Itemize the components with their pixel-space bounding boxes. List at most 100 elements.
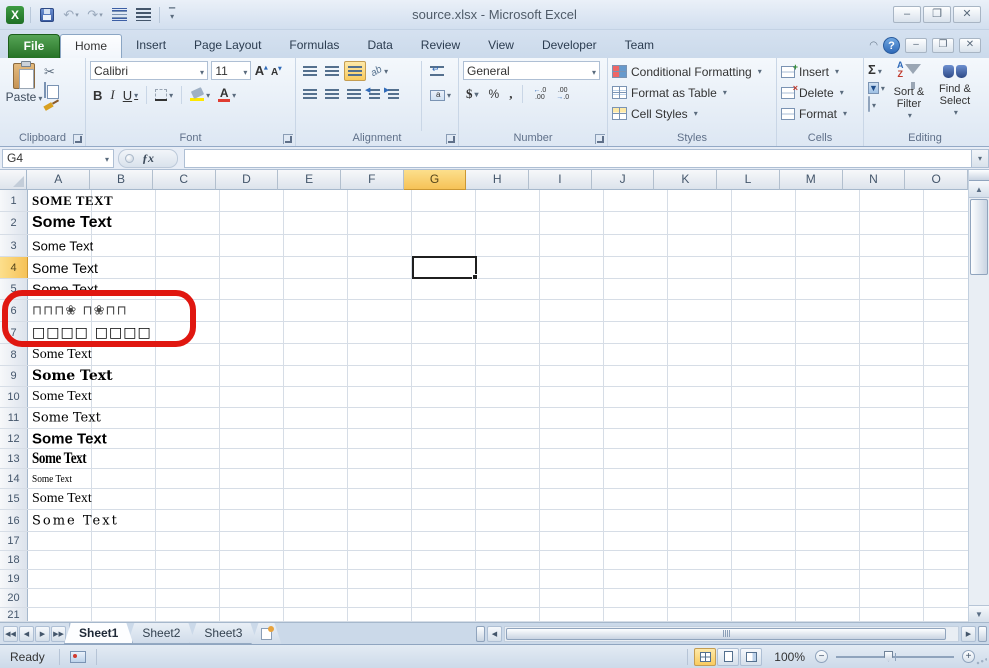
scroll-right-button[interactable]: ▶ bbox=[961, 626, 976, 642]
sheet-tab-sheet1[interactable]: Sheet1 bbox=[64, 623, 133, 644]
row-19-cells[interactable] bbox=[28, 570, 968, 588]
decrease-indent-button[interactable]: ◀ bbox=[366, 84, 383, 104]
first-sheet-button[interactable]: ◀◀ bbox=[3, 626, 18, 642]
scroll-left-button[interactable]: ◀ bbox=[487, 626, 502, 642]
row-10-cells[interactable]: Some Text bbox=[28, 387, 968, 407]
bold-button[interactable]: B bbox=[90, 85, 105, 105]
format-as-table-button[interactable]: Format as Table bbox=[612, 82, 772, 103]
fill-color-button[interactable] bbox=[187, 85, 213, 105]
row-header-1[interactable]: 1 bbox=[0, 190, 28, 211]
row-3-cells[interactable]: Some Text bbox=[28, 235, 968, 256]
sheet-tab-sheet3[interactable]: Sheet3 bbox=[189, 623, 257, 644]
wrap-text-button[interactable] bbox=[427, 61, 447, 81]
row-2-cells[interactable]: Some Text bbox=[28, 212, 968, 234]
insert-cells-button[interactable]: +Insert bbox=[781, 61, 859, 82]
tab-formulas[interactable]: Formulas bbox=[275, 34, 353, 58]
row-17-cells[interactable] bbox=[28, 532, 968, 550]
orientation-button[interactable] bbox=[368, 61, 391, 81]
row-header-13[interactable]: 13 bbox=[0, 449, 28, 468]
tab-review[interactable]: Review bbox=[407, 34, 474, 58]
tab-insert[interactable]: Insert bbox=[122, 34, 180, 58]
row-8-cells[interactable]: Some Text bbox=[28, 344, 968, 365]
row-20-cells[interactable] bbox=[28, 589, 968, 607]
resize-grip[interactable] bbox=[975, 654, 987, 666]
workbook-restore-button[interactable]: ❐ bbox=[932, 38, 954, 53]
zoom-slider-track[interactable] bbox=[836, 656, 954, 658]
tab-view[interactable]: View bbox=[474, 34, 528, 58]
column-header-C[interactable]: C bbox=[153, 170, 216, 190]
help-button[interactable]: ? bbox=[883, 37, 900, 54]
format-painter-button[interactable] bbox=[44, 100, 60, 112]
restore-button[interactable]: ❐ bbox=[923, 6, 951, 23]
format-cells-button[interactable]: Format bbox=[781, 103, 859, 124]
zoom-level[interactable]: 100% bbox=[774, 650, 805, 664]
next-sheet-button[interactable]: ▶ bbox=[35, 626, 50, 642]
qat-custom-button-1[interactable] bbox=[109, 5, 129, 25]
merge-center-button[interactable] bbox=[427, 85, 454, 105]
page-break-view-button[interactable] bbox=[740, 648, 762, 666]
scroll-down-button[interactable]: ▼ bbox=[969, 605, 989, 622]
column-header-B[interactable]: B bbox=[90, 170, 153, 190]
percent-style-button[interactable]: % bbox=[486, 84, 503, 104]
customize-qat-button[interactable]: ▔▾ bbox=[166, 11, 178, 19]
row-header-10[interactable]: 10 bbox=[0, 387, 28, 407]
tab-page-layout[interactable]: Page Layout bbox=[180, 34, 275, 58]
row-header-5[interactable]: 5 bbox=[0, 279, 28, 299]
row-header-6[interactable]: 6 bbox=[0, 300, 28, 321]
clear-button[interactable] bbox=[868, 97, 885, 111]
row-12-cells[interactable]: Some Text bbox=[28, 429, 968, 448]
scroll-up-button[interactable]: ▲ bbox=[969, 181, 989, 198]
select-all-corner[interactable] bbox=[0, 170, 27, 190]
row-header-7[interactable]: 7 bbox=[0, 322, 28, 343]
window-split-handle[interactable] bbox=[978, 626, 987, 642]
decrease-decimal-button[interactable]: .00→.0 bbox=[553, 84, 572, 104]
paste-button[interactable]: Paste bbox=[4, 61, 44, 104]
undo-dropdown-icon[interactable]: ▾ bbox=[75, 11, 79, 19]
sheet-tab-sheet2[interactable]: Sheet2 bbox=[127, 623, 195, 644]
cell-styles-button[interactable]: Cell Styles bbox=[612, 103, 772, 124]
row-header-4[interactable]: 4 bbox=[0, 257, 28, 278]
font-name-combo[interactable]: Calibri bbox=[90, 61, 208, 80]
row-21-cells[interactable] bbox=[28, 608, 968, 621]
column-header-F[interactable]: F bbox=[341, 170, 404, 190]
row-18-cells[interactable] bbox=[28, 551, 968, 569]
row-1-cells[interactable]: SOME TEXT bbox=[28, 190, 968, 211]
middle-align-button[interactable] bbox=[322, 61, 342, 81]
row-header-12[interactable]: 12 bbox=[0, 429, 28, 448]
column-header-L[interactable]: L bbox=[717, 170, 780, 190]
save-button[interactable] bbox=[37, 5, 57, 25]
qat-custom-button-2[interactable] bbox=[133, 5, 153, 25]
font-size-combo[interactable]: 11 bbox=[211, 61, 251, 80]
font-color-button[interactable]: A bbox=[215, 85, 239, 105]
row-6-cells[interactable]: ⊓⊓⊓❀ ⊓❀⊓⊓ bbox=[28, 300, 968, 321]
tab-split-handle[interactable] bbox=[476, 626, 485, 642]
expand-formula-bar-button[interactable]: ▾ bbox=[971, 149, 989, 168]
row-header-19[interactable]: 19 bbox=[0, 570, 28, 588]
collapse-ribbon-icon[interactable]: ◠ bbox=[869, 40, 878, 51]
close-button[interactable]: ✕ bbox=[953, 6, 981, 23]
column-header-G[interactable]: G bbox=[404, 170, 467, 190]
sort-filter-button[interactable]: AZ Sort & Filter bbox=[887, 61, 931, 122]
tab-file[interactable]: File bbox=[8, 34, 60, 58]
accounting-format-button[interactable]: $ bbox=[463, 84, 482, 104]
autosum-button[interactable]: Σ bbox=[868, 62, 885, 77]
increase-indent-button[interactable]: ▶ bbox=[385, 84, 402, 104]
row-4-cells[interactable]: Some Text bbox=[28, 257, 968, 278]
column-header-O[interactable]: O bbox=[905, 170, 968, 190]
row-5-cells[interactable]: Some Text bbox=[28, 279, 968, 299]
column-header-A[interactable]: A bbox=[27, 170, 90, 190]
column-header-N[interactable]: N bbox=[843, 170, 906, 190]
row-header-15[interactable]: 15 bbox=[0, 489, 28, 509]
row-9-cells[interactable]: Some Text bbox=[28, 366, 968, 386]
tab-team[interactable]: Team bbox=[611, 34, 668, 58]
cut-button[interactable]: ✂ bbox=[44, 64, 60, 80]
italic-button[interactable]: I bbox=[107, 85, 117, 105]
undo-button[interactable]: ↶▾ bbox=[61, 5, 81, 25]
delete-cells-button[interactable]: ×Delete bbox=[781, 82, 859, 103]
split-handle[interactable] bbox=[969, 170, 989, 181]
top-align-button[interactable] bbox=[300, 61, 320, 81]
row-7-cells[interactable]: □□□□ □□□□ bbox=[28, 322, 968, 343]
column-header-D[interactable]: D bbox=[216, 170, 279, 190]
formula-input[interactable] bbox=[184, 149, 971, 168]
row-header-11[interactable]: 11 bbox=[0, 408, 28, 428]
